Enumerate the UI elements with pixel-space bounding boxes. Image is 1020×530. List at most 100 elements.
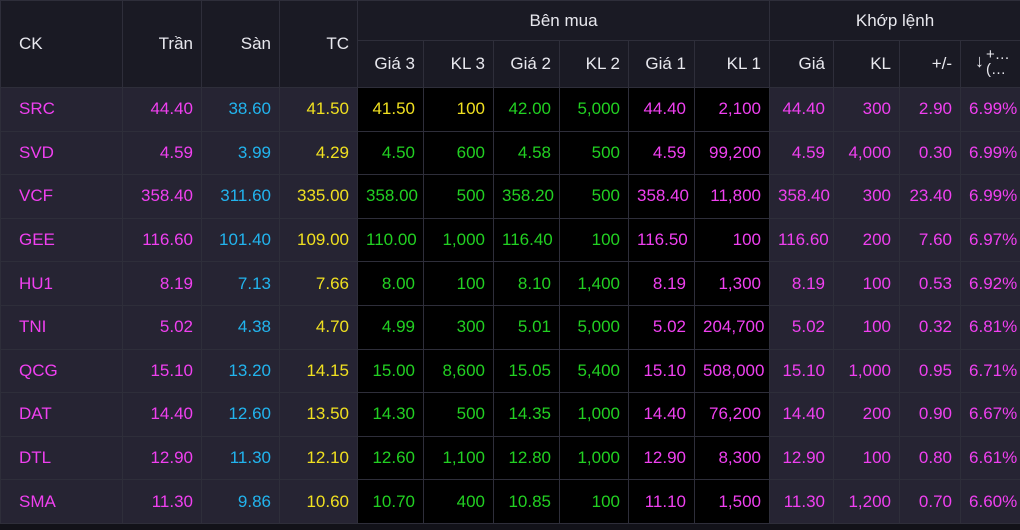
header-bid-vol-1[interactable]: KL 1 xyxy=(693,40,771,88)
change-cell: 23.40 xyxy=(899,174,962,219)
header-symbol[interactable]: CK xyxy=(0,0,123,88)
floor-cell: 11.30 xyxy=(201,435,280,481)
match-price-cell: 116.60 xyxy=(769,217,835,263)
symbol-cell[interactable]: TNI xyxy=(0,304,123,350)
table-body: SRC 44.40 38.60 41.50 41.50 100 42.00 5,000 44.4… xyxy=(0,87,1020,524)
bid-vol-2-cell: 500 xyxy=(559,174,629,219)
symbol-cell[interactable]: VCF xyxy=(0,174,123,219)
match-vol-cell: 200 xyxy=(833,217,901,263)
symbol-cell[interactable]: GEE xyxy=(0,217,123,263)
bid-price-3-cell: 41.50 xyxy=(357,87,424,132)
bid-vol-3-cell: 500 xyxy=(423,174,494,219)
bid-price-2-cell: 358.20 xyxy=(493,174,560,219)
reference-cell: 109.00 xyxy=(279,217,358,263)
bid-vol-1-cell: 1,500 xyxy=(693,479,771,524)
floor-cell: 9.86 xyxy=(201,479,280,524)
change-cell: 0.30 xyxy=(899,130,962,176)
header-bid-price-2[interactable]: Giá 2 xyxy=(493,40,560,88)
table-row-gee[interactable]: GEE 116.60 101.40 109.00 110.00 1,000 116.40 10… xyxy=(0,217,1020,263)
header-ceiling[interactable]: Trần xyxy=(122,0,202,88)
ceiling-cell: 358.40 xyxy=(122,174,202,219)
match-price-cell: 11.30 xyxy=(769,479,835,524)
header-match-price[interactable]: Giá xyxy=(769,40,835,88)
bid-price-3-cell: 10.70 xyxy=(357,479,424,524)
bid-price-1-cell: 14.40 xyxy=(628,392,695,437)
header-reference[interactable]: TC xyxy=(279,0,358,88)
bid-price-2-cell: 10.85 xyxy=(493,479,560,524)
bid-price-1-cell: 358.40 xyxy=(628,174,695,219)
match-price-cell: 5.02 xyxy=(769,304,835,350)
bid-price-3-cell: 110.00 xyxy=(357,217,424,263)
floor-cell: 38.60 xyxy=(201,87,280,132)
bid-price-2-cell: 116.40 xyxy=(493,217,560,263)
bid-vol-1-cell: 8,300 xyxy=(693,435,771,481)
bid-vol-2-cell: 1,000 xyxy=(559,435,629,481)
table-row-hu1[interactable]: HU1 8.19 7.13 7.66 8.00 100 8.10 1,400 8.19 1,300… xyxy=(0,261,1020,306)
table-row-svd[interactable]: SVD 4.59 3.99 4.29 4.50 600 4.58 500 4.59 99,200 4… xyxy=(0,130,1020,176)
change-cell: 0.53 xyxy=(899,261,962,306)
bid-vol-3-cell: 400 xyxy=(423,479,494,524)
price-board-table: CK Trần Sàn TC Bên mua Khớp lệnh Giá 3 K… xyxy=(0,0,1020,524)
table-row-vcf[interactable]: VCF 358.40 311.60 335.00 358.00 500 358.20 500 3… xyxy=(0,174,1020,219)
header-bid-vol-3[interactable]: KL 3 xyxy=(423,40,494,88)
symbol-cell[interactable]: DTL xyxy=(0,435,123,481)
symbol-cell[interactable]: QCG xyxy=(0,348,123,394)
bid-price-1-cell: 5.02 xyxy=(628,304,695,350)
bid-vol-2-cell: 5,000 xyxy=(559,304,629,350)
table-row-tni[interactable]: TNI 5.02 4.38 4.70 4.99 300 5.01 5,000 5.02 204,7… xyxy=(0,304,1020,350)
table-row-dat[interactable]: DAT 14.40 12.60 13.50 14.30 500 14.35 1,000 14.4… xyxy=(0,392,1020,437)
ceiling-cell: 44.40 xyxy=(122,87,202,132)
symbol-cell[interactable]: SRC xyxy=(0,87,123,132)
reference-cell: 4.70 xyxy=(279,304,358,350)
pct-change-cell: 6.67% xyxy=(960,392,1020,437)
reference-cell: 14.15 xyxy=(279,348,358,394)
pct-change-cell: 6.99% xyxy=(960,87,1020,132)
match-price-cell: 44.40 xyxy=(769,87,835,132)
change-cell: 0.32 xyxy=(899,304,962,350)
sort-down-arrow-icon[interactable]: ↓ xyxy=(975,51,984,71)
header-pct-change[interactable]: ↓ +… (… xyxy=(960,40,1020,88)
header-bid-vol-2[interactable]: KL 2 xyxy=(559,40,629,88)
header-change[interactable]: +/- xyxy=(899,40,962,88)
bid-vol-1-cell: 76,200 xyxy=(693,392,771,437)
header-pct-change-label: +… (… xyxy=(986,46,1010,78)
symbol-cell[interactable]: SVD xyxy=(0,130,123,176)
table-row-sma[interactable]: SMA 11.30 9.86 10.60 10.70 400 10.85 100 11.10 1,… xyxy=(0,479,1020,524)
ceiling-cell: 116.60 xyxy=(122,217,202,263)
bid-price-1-cell: 44.40 xyxy=(628,87,695,132)
reference-cell: 4.29 xyxy=(279,130,358,176)
bid-vol-3-cell: 100 xyxy=(423,261,494,306)
bid-vol-1-cell: 508,000 xyxy=(693,348,771,394)
floor-cell: 7.13 xyxy=(201,261,280,306)
floor-cell: 13.20 xyxy=(201,348,280,394)
table-row-dtl[interactable]: DTL 12.90 11.30 12.10 12.60 1,100 12.80 1,000 12… xyxy=(0,435,1020,481)
header-match-vol[interactable]: KL xyxy=(833,40,901,88)
floor-cell: 311.60 xyxy=(201,174,280,219)
header-floor[interactable]: Sàn xyxy=(201,0,280,88)
pct-change-cell: 6.61% xyxy=(960,435,1020,481)
bid-vol-1-cell: 100 xyxy=(693,217,771,263)
bid-vol-3-cell: 8,600 xyxy=(423,348,494,394)
floor-cell: 3.99 xyxy=(201,130,280,176)
bid-vol-2-cell: 100 xyxy=(559,479,629,524)
pct-change-cell: 6.71% xyxy=(960,348,1020,394)
bid-price-2-cell: 42.00 xyxy=(493,87,560,132)
bid-vol-1-cell: 1,300 xyxy=(693,261,771,306)
bid-vol-3-cell: 600 xyxy=(423,130,494,176)
header-group-match: Khớp lệnh xyxy=(769,0,1020,41)
symbol-cell[interactable]: SMA xyxy=(0,479,123,524)
table-row-qcg[interactable]: QCG 15.10 13.20 14.15 15.00 8,600 15.05 5,400 15… xyxy=(0,348,1020,394)
pct-change-cell: 6.99% xyxy=(960,174,1020,219)
header-bid-price-3[interactable]: Giá 3 xyxy=(357,40,424,88)
match-vol-cell: 1,000 xyxy=(833,348,901,394)
symbol-cell[interactable]: DAT xyxy=(0,392,123,437)
symbol-cell[interactable]: HU1 xyxy=(0,261,123,306)
table-row-src[interactable]: SRC 44.40 38.60 41.50 41.50 100 42.00 5,000 44.4… xyxy=(0,87,1020,132)
header-bid-price-1[interactable]: Giá 1 xyxy=(628,40,695,88)
bid-vol-1-cell: 204,700 xyxy=(693,304,771,350)
floor-cell: 101.40 xyxy=(201,217,280,263)
bid-price-1-cell: 116.50 xyxy=(628,217,695,263)
bid-price-2-cell: 5.01 xyxy=(493,304,560,350)
bid-price-2-cell: 8.10 xyxy=(493,261,560,306)
change-cell: 7.60 xyxy=(899,217,962,263)
